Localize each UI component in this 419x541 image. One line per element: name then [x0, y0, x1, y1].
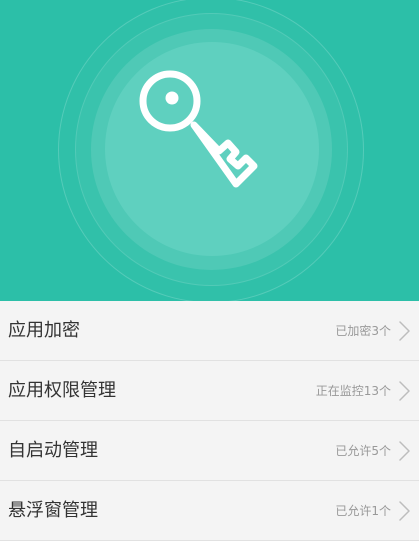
chevron-right-icon: [399, 321, 410, 341]
hero-banner: [0, 0, 419, 301]
item-title: 悬浮窗管理: [8, 500, 98, 521]
list-item-autostart-management[interactable]: 自启动管理 已允许5个: [0, 421, 419, 481]
list-item-permission-management[interactable]: 应用权限管理 正在监控13个: [0, 361, 419, 421]
security-settings-list: 应用加密 已加密3个 应用权限管理 正在监控13个 自启动管理 已允许5个 悬浮…: [0, 301, 419, 541]
item-title: 应用权限管理: [8, 380, 116, 401]
item-title: 应用加密: [8, 320, 80, 341]
key-icon: [139, 70, 258, 188]
item-status: 已允许1个: [335, 504, 391, 518]
list-item-floating-window-management[interactable]: 悬浮窗管理 已允许1个: [0, 481, 419, 541]
item-status: 已允许5个: [335, 444, 391, 458]
list-item-app-encryption[interactable]: 应用加密 已加密3个: [0, 301, 419, 361]
chevron-right-icon: [399, 441, 410, 461]
chevron-right-icon: [399, 501, 410, 521]
item-status: 正在监控13个: [315, 384, 391, 398]
chevron-right-icon: [399, 381, 410, 401]
item-status: 已加密3个: [335, 324, 391, 338]
item-title: 自启动管理: [8, 440, 98, 461]
